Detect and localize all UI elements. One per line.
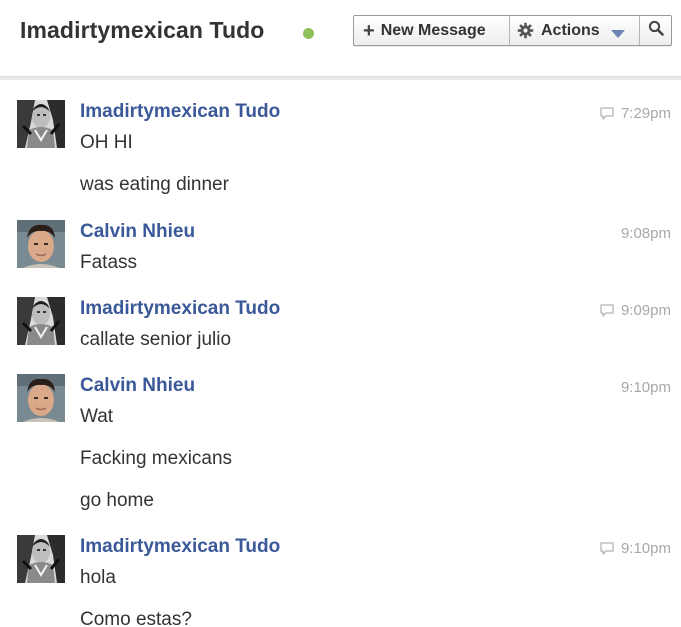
sender-name[interactable]: Imadirtymexican Tudo (80, 101, 280, 123)
speech-bubble-icon (600, 541, 614, 555)
message-text: Facking mexicans (80, 448, 233, 469)
new-message-button[interactable]: + New Message (354, 16, 509, 45)
gear-icon (517, 22, 534, 39)
avatar[interactable] (17, 220, 65, 268)
plus-icon: + (363, 19, 375, 42)
message-text: go home (80, 490, 154, 511)
caret-down-icon (610, 26, 625, 38)
online-status-indicator (303, 28, 314, 39)
search-icon (648, 20, 664, 41)
message-timestamp-area: 9:10pm (600, 539, 671, 557)
message-timestamp-area: 9:10pm (621, 378, 671, 396)
message-text: Como estas? (80, 609, 192, 627)
message-timestamp-area: 9:09pm (600, 301, 671, 319)
message-text: OH HI (80, 132, 133, 153)
message-time: 9:10pm (620, 539, 671, 557)
avatar[interactable] (17, 374, 65, 422)
message-timestamp-area: 9:08pm (621, 224, 671, 242)
conversation-title: Imadirtymexican Tudo (20, 17, 265, 43)
conversation-header: Imadirtymexican Tudo + New Message Actio… (0, 0, 681, 76)
message-time: 7:29pm (620, 104, 671, 122)
sender-name[interactable]: Imadirtymexican Tudo (80, 298, 280, 320)
actions-button[interactable]: Actions (509, 16, 639, 45)
header-divider (0, 76, 681, 80)
message-time: 9:09pm (620, 301, 671, 319)
new-message-label: New Message (380, 21, 486, 39)
message-time: 9:08pm (620, 224, 671, 242)
message-text: callate senior julio (80, 329, 232, 350)
sender-name[interactable]: Calvin Nhieu (80, 375, 195, 397)
message-text: Wat (80, 406, 114, 427)
sender-name[interactable]: Calvin Nhieu (80, 221, 195, 243)
message-text: hola (80, 567, 116, 588)
avatar[interactable] (17, 535, 65, 583)
message-text: Fatass (80, 252, 138, 273)
message-timestamp-area: 7:29pm (600, 104, 671, 122)
avatar[interactable] (17, 100, 65, 148)
avatar[interactable] (17, 297, 65, 345)
message-text: was eating dinner (80, 174, 229, 195)
speech-bubble-icon (600, 303, 614, 317)
conversation-toolbar: + New Message Actions (353, 15, 672, 46)
message-time: 9:10pm (620, 378, 671, 396)
sender-name[interactable]: Imadirtymexican Tudo (80, 536, 280, 558)
speech-bubble-icon (600, 106, 614, 120)
actions-label: Actions (541, 21, 600, 39)
search-button[interactable] (639, 16, 671, 45)
